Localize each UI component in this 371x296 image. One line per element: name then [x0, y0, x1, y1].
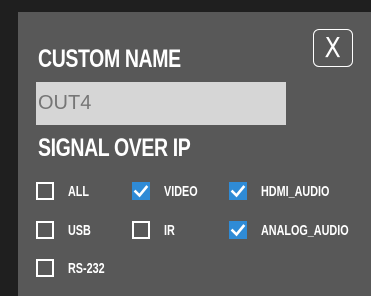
checkmark-icon	[133, 185, 149, 198]
checkbox-video[interactable]	[132, 182, 150, 200]
checkbox-hdmi-audio[interactable]	[229, 182, 247, 200]
checkmark-icon	[230, 185, 246, 198]
checkbox-rs232[interactable]	[36, 259, 54, 277]
option-usb-label: USB	[68, 221, 91, 239]
custom-name-dialog: CUSTOM NAME X SIGNAL OVER IP ALL VIDEO H…	[18, 12, 371, 296]
option-analog-audio[interactable]: ANALOG_AUDIO	[229, 221, 371, 239]
option-video-label: VIDEO	[164, 182, 198, 200]
checkmark-icon	[230, 224, 246, 237]
option-rs232-label: RS-232	[68, 259, 105, 277]
option-usb[interactable]: USB	[36, 221, 100, 239]
close-icon: X	[324, 31, 342, 64]
dialog-title: CUSTOM NAME	[38, 45, 181, 73]
custom-name-input[interactable]	[36, 82, 286, 125]
option-all[interactable]: ALL	[36, 182, 97, 200]
option-all-label: ALL	[68, 182, 90, 200]
option-rs232[interactable]: RS-232	[36, 259, 119, 277]
close-button[interactable]: X	[313, 29, 353, 67]
checkbox-all[interactable]	[36, 182, 54, 200]
checkbox-ir[interactable]	[132, 221, 150, 239]
checkbox-usb[interactable]	[36, 221, 54, 239]
option-hdmi-audio[interactable]: HDMI_AUDIO	[229, 182, 356, 200]
option-video[interactable]: VIDEO	[132, 182, 211, 200]
option-ir[interactable]: IR	[132, 221, 179, 239]
option-hdmi-audio-label: HDMI_AUDIO	[261, 182, 330, 200]
option-analog-audio-label: ANALOG_AUDIO	[261, 221, 349, 239]
checkbox-analog-audio[interactable]	[229, 221, 247, 239]
section-title: SIGNAL OVER IP	[38, 134, 191, 162]
option-ir-label: IR	[164, 221, 175, 239]
